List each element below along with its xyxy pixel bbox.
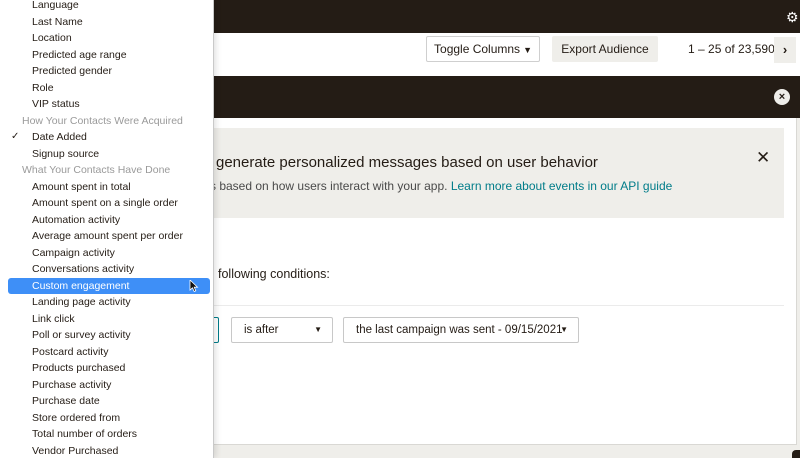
operator-select[interactable]: is after ▼ <box>231 317 333 343</box>
dropdown-option-label: Location <box>32 32 72 44</box>
gear-icon[interactable]: ⚙ <box>786 8 800 26</box>
dropdown-option[interactable]: Products purchased <box>0 360 213 377</box>
dropdown-option[interactable]: Average amount spent per order <box>0 228 213 245</box>
checkmark-icon: ✓ <box>11 131 20 142</box>
dropdown-option[interactable]: Location <box>0 30 213 47</box>
close-icon[interactable]: ✕ <box>756 148 770 168</box>
corner-indicator <box>792 450 800 458</box>
dropdown-option-label: What Your Contacts Have Done <box>22 164 171 176</box>
dropdown-group-heading: How Your Contacts Were Acquired <box>0 113 213 130</box>
dropdown-option[interactable]: VIP status <box>0 96 213 113</box>
pagination-text: 1 – 25 of 23,590 <box>688 42 775 56</box>
dropdown-option[interactable]: Poll or survey activity <box>0 327 213 344</box>
dropdown-option-label: Purchase activity <box>32 378 112 391</box>
dropdown-option-label: Conversations activity <box>32 263 135 275</box>
dropdown-option[interactable]: Custom engagement <box>8 277 210 294</box>
dropdown-option[interactable]: Purchase activity <box>0 377 213 394</box>
api-guide-link[interactable]: Learn more about events in our API guide <box>451 179 672 193</box>
dropdown-group-heading: What Your Contacts Have Done <box>0 162 213 179</box>
dropdown-option-label: Date Added <box>32 131 87 143</box>
dropdown-option[interactable]: Predicted age range <box>0 47 213 64</box>
dropdown-option[interactable]: Predicted gender <box>0 63 213 80</box>
dropdown-option-label: Language <box>32 0 79 11</box>
export-audience-button[interactable]: Export Audience <box>552 36 658 62</box>
dropdown-option[interactable]: Landing page activity <box>0 294 213 311</box>
dropdown-option-label: Automation activity <box>32 213 121 226</box>
divider <box>214 305 784 306</box>
banner-text: s based on how users interact with your … <box>210 179 672 193</box>
chevron-down-icon: ▼ <box>560 325 568 334</box>
dropdown-option-label: Last Name <box>32 15 83 28</box>
dropdown-option-label: Purchase date <box>32 395 100 407</box>
dropdown-option[interactable]: Link click <box>0 311 213 328</box>
dropdown-option[interactable]: ✓ Date Added <box>0 129 213 146</box>
dropdown-option[interactable]: Purchase date <box>0 393 213 410</box>
dropdown-option[interactable]: Total number of orders <box>0 426 213 443</box>
chevron-down-icon: ▼ <box>523 45 532 55</box>
dropdown-option-label: Poll or survey activity <box>32 329 131 341</box>
mouse-cursor-icon <box>189 279 199 292</box>
banner-description: s based on how users interact with your … <box>210 179 448 193</box>
dropdown-option[interactable]: Vendor Purchased <box>0 443 213 458</box>
dropdown-option-label: Vendor Purchased <box>32 444 119 457</box>
dropdown-option-label: Landing page activity <box>32 296 131 308</box>
dropdown-option-label: How Your Contacts Were Acquired <box>22 114 183 127</box>
dropdown-option[interactable]: Amount spent on a single order <box>0 195 213 212</box>
dropdown-option-label: Amount spent in total <box>32 180 131 193</box>
chevron-down-icon: ▼ <box>314 325 322 334</box>
dropdown-option-label: Total number of orders <box>32 428 138 440</box>
close-circle-icon[interactable]: × <box>774 89 790 105</box>
dropdown-option-label: Postcard activity <box>32 345 109 358</box>
dropdown-option[interactable]: Store ordered from <box>0 410 213 427</box>
dropdown-option-label: Link click <box>32 312 75 325</box>
operator-select-value: is after <box>244 324 279 336</box>
date-select-value: the last campaign was sent - 09/15/2021 <box>356 324 563 336</box>
dropdown-option-label: Products purchased <box>32 362 126 374</box>
dropdown-option-label: Store ordered from <box>32 411 121 424</box>
dropdown-option-label: Campaign activity <box>32 246 115 259</box>
dropdown-option[interactable]: Language <box>0 0 213 14</box>
dropdown-option[interactable]: Conversations activity <box>0 261 213 278</box>
dropdown-option[interactable]: Amount spent in total <box>0 179 213 196</box>
toggle-columns-label: Toggle Columns <box>434 42 521 56</box>
field-dropdown-menu: Language Last Name Location Predicted age r… <box>0 0 214 458</box>
dropdown-option-label: VIP status <box>32 98 80 110</box>
dropdown-option-label: Amount spent on a single order <box>32 197 178 209</box>
date-select[interactable]: the last campaign was sent - 09/15/2021 … <box>343 317 579 343</box>
banner-title: generate personalized messages based on … <box>216 154 598 171</box>
dropdown-option[interactable]: Postcard activity <box>0 344 213 361</box>
dropdown-option[interactable]: Role <box>0 80 213 97</box>
dropdown-option-label: Signup source <box>32 147 100 160</box>
dropdown-option-label: Custom engagement <box>32 279 130 292</box>
dropdown-option[interactable]: Automation activity <box>0 212 213 229</box>
dropdown-option-label: Role <box>32 81 54 94</box>
toggle-columns-button[interactable]: Toggle Columns ▼ <box>426 36 540 62</box>
conditions-text: following conditions: <box>218 267 330 281</box>
dropdown-option-label: Predicted age range <box>32 48 127 61</box>
dropdown-option[interactable]: Campaign activity <box>0 245 213 262</box>
chevron-right-icon[interactable]: › <box>774 37 796 63</box>
dropdown-option[interactable]: Last Name <box>0 14 213 31</box>
dropdown-option[interactable]: Signup source <box>0 146 213 163</box>
dropdown-option-label: Predicted gender <box>32 65 112 77</box>
dropdown-option-label: Average amount spent per order <box>32 230 183 242</box>
